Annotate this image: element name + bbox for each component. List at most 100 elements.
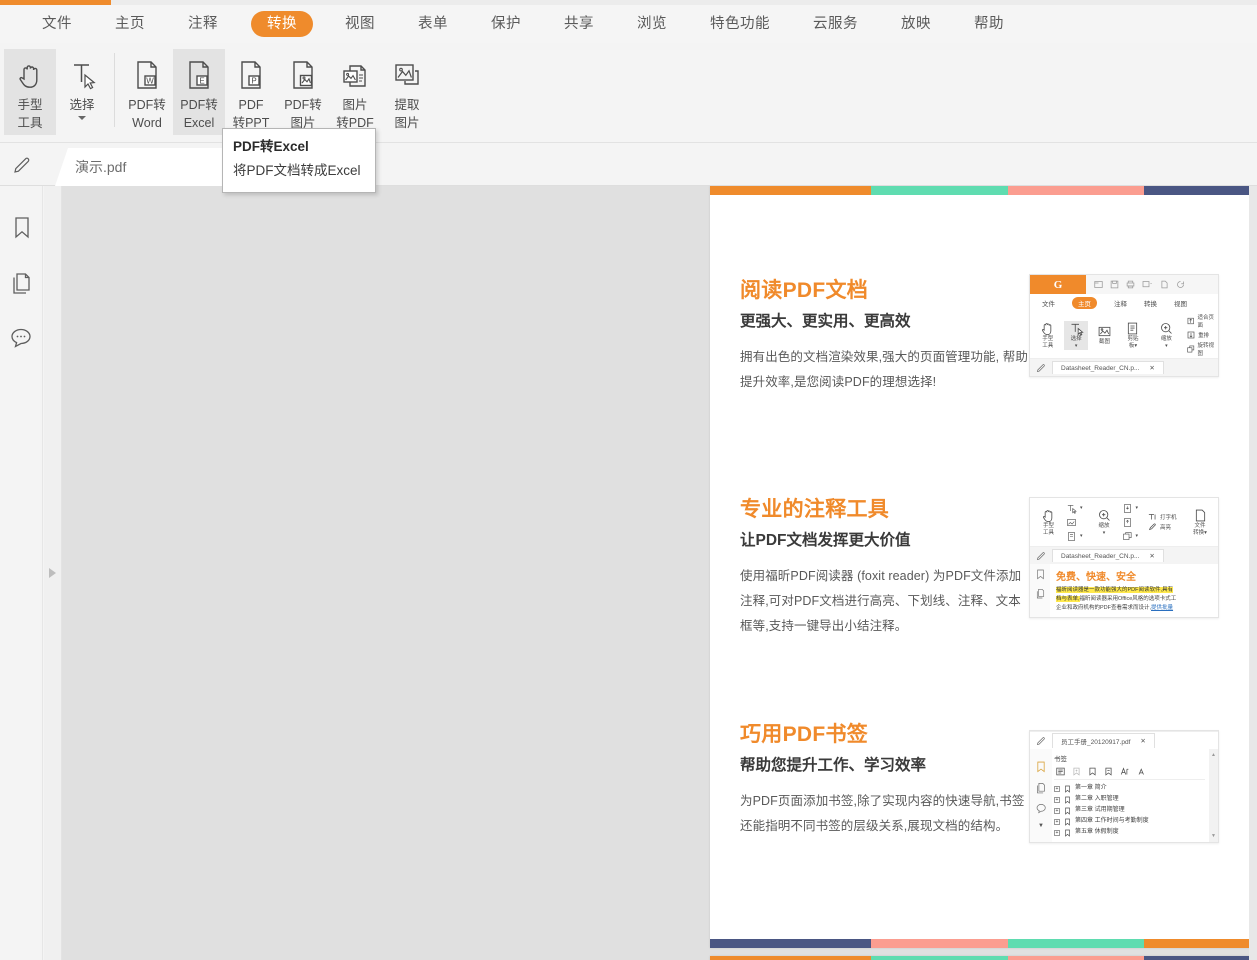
preview-highlight-1: 福昕阅读器是一款功能强大的PDF阅读软件,具有 <box>1056 587 1173 593</box>
thumbnail-view-options: 适合页面重排旋转视图 <box>1187 313 1218 357</box>
bookmark-item[interactable]: +第四章 工作时间与考勤制度 <box>1054 816 1205 827</box>
menu-item-2[interactable]: 注释 <box>178 13 228 36</box>
ribbon-button-label: PDF转 <box>180 97 218 113</box>
thumb-option-label: 高亮 <box>1160 523 1171 531</box>
doc-excel-icon: E <box>184 55 214 95</box>
pdf-page-2 <box>710 956 1257 960</box>
bookmark-toolbar <box>1054 765 1205 779</box>
expand-icon[interactable]: + <box>1054 808 1060 814</box>
extract-image-icon <box>391 55 423 95</box>
menu-item-5[interactable]: 表单 <box>408 13 458 36</box>
tooltip-description: 将PDF文档转成Excel <box>233 160 365 182</box>
svg-text:W: W <box>146 76 154 85</box>
page2-top-colorbar <box>710 956 1257 960</box>
bookmark-item[interactable]: +第一章 简介 <box>1054 783 1205 794</box>
section-subtitle: 让PDF文档发挥更大价值 <box>740 530 1030 552</box>
menu-item-7[interactable]: 共享 <box>554 13 604 36</box>
thumbnail-menu-row: 文件主页注释转换视图 <box>1030 294 1218 312</box>
colorbar-segment <box>710 939 871 948</box>
thumbnail-tab-name: Datasheet_Reader_CN.p... ✕ <box>1052 549 1164 562</box>
ribbon-button-label: 图片 <box>342 97 367 113</box>
ribbon-button-hand-tool[interactable]: 手型工具 <box>4 49 56 135</box>
ribbon-button-label-2: Word <box>132 115 162 131</box>
bookmark-item[interactable]: +第五章 休假制度 <box>1054 827 1205 838</box>
document-tab-strip: 演示.pdf <box>0 144 1257 186</box>
colorbar-segment <box>1144 956 1257 960</box>
menu-item-10[interactable]: 云服务 <box>803 13 868 36</box>
ribbon-button-pdf-to-excel[interactable]: E PDF转 Excel <box>173 49 225 135</box>
colorbar-segment <box>1144 186 1257 195</box>
thumbnail-tab-label: Datasheet_Reader_CN.p... <box>1061 365 1139 372</box>
thumb-option-row: 高亮 <box>1148 523 1177 531</box>
document-viewport[interactable]: 阅读PDF文档 更强大、更实用、更高效 拥有出色的文档渲染效果,强大的页面管理功… <box>62 186 1257 960</box>
ribbon-toolbar: 手型工具选择WPDF转WordEPDF转ExcelPPDF转PPTPDF转图片图… <box>0 43 1257 143</box>
bookmark-panel-title: 书签 <box>1054 753 1205 763</box>
colorbar-segment <box>1144 939 1257 948</box>
ribbon-separator <box>114 53 115 127</box>
thumb-zoom-tool: 缩放▾ <box>1092 508 1117 537</box>
ribbon-button-label-2: Excel <box>184 115 215 131</box>
bookmark-label: 第三章 试用期管理 <box>1075 805 1125 816</box>
thumb-menu-item: 文件 <box>1042 298 1055 308</box>
document-tab[interactable]: 演示.pdf <box>55 148 235 186</box>
colorbar-segment <box>871 186 1008 195</box>
thumb-hand-tool: 手型工具 <box>1036 508 1061 537</box>
quick-access-toolbar <box>1086 275 1218 294</box>
ribbon-button-label-2: 工具 <box>17 115 42 131</box>
menu-item-8[interactable]: 浏览 <box>627 13 677 36</box>
ribbon-button-image-to-pdf[interactable]: 图片转PDF <box>329 49 381 135</box>
sidebar-item-pages[interactable] <box>0 255 43 310</box>
ribbon-button-pdf-to-word[interactable]: WPDF转Word <box>121 49 173 135</box>
preview-heading: 免费、快速、安全 <box>1056 568 1212 583</box>
colorbar-segment <box>1008 956 1144 960</box>
menu-item-9[interactable]: 特色功能 <box>700 13 780 36</box>
menu-bar: 文件主页注释转换视图表单保护共享浏览特色功能云服务放映帮助 <box>0 5 1257 43</box>
chevron-down-icon[interactable] <box>78 116 86 120</box>
foxit-logo-icon: G <box>1030 275 1086 294</box>
expand-icon[interactable]: + <box>1054 819 1060 825</box>
bookmark-list[interactable]: +第一章 简介+第二章 入职管理+第三章 试用期管理+第四章 工作时间与考勤制度… <box>1054 779 1205 838</box>
thumbnail-tab-row: 员工手册_20120917.pdf ✕ <box>1030 731 1218 749</box>
bookmark-item[interactable]: +第二章 入职管理 <box>1054 794 1205 805</box>
pencil-icon[interactable] <box>8 151 36 179</box>
sidebar-item-bookmark[interactable] <box>0 200 43 255</box>
ribbon-button-extract-image[interactable]: 提取图片 <box>381 49 433 135</box>
bookmark-scrollbar[interactable]: ▲ ▼ <box>1209 749 1218 842</box>
vertical-scrollbar[interactable] <box>1249 186 1257 960</box>
ribbon-button-pdf-to-image[interactable]: PDF转图片 <box>277 49 329 135</box>
page-top-colorbar <box>710 186 1257 195</box>
menu-item-6[interactable]: 保护 <box>481 13 531 36</box>
menu-item-3[interactable]: 转换 <box>251 11 313 38</box>
page-bottom-colorbar <box>710 939 1257 948</box>
thumbnail-annot-options: 打字机高亮 <box>1148 513 1177 531</box>
thumb-snapshot-tool: 截图 <box>1093 324 1116 346</box>
thumb-menu-item: 视图 <box>1174 298 1187 308</box>
thumbnail-tool-row: 手型工具 选择▾ 截图 剪贴板▾ <box>1030 312 1218 358</box>
thumbnail-bookmarks: 员工手册_20120917.pdf ✕ ▼ 书签 <box>1029 730 1219 843</box>
scroll-down-icon: ▼ <box>1038 823 1044 829</box>
expand-icon[interactable]: + <box>1054 786 1060 792</box>
sidebar-item-comments[interactable] <box>0 310 43 365</box>
thumbnail-annotation: 手型工具 ▾ ▾ <box>1029 497 1219 618</box>
section-subtitle: 帮助您提升工作、学习效率 <box>740 755 1030 777</box>
close-icon: ✕ <box>1149 552 1154 560</box>
menu-item-12[interactable]: 帮助 <box>964 13 1014 36</box>
ribbon-button-label: PDF <box>239 97 264 113</box>
expand-icon[interactable]: + <box>1054 797 1060 803</box>
expand-icon[interactable]: + <box>1054 830 1060 836</box>
ribbon-button-label-2: 图片 <box>394 115 419 131</box>
menu-item-11[interactable]: 放映 <box>891 13 941 36</box>
image-doc-icon <box>339 55 371 95</box>
bookmark-item[interactable]: + 第三章 试用期管理 <box>1054 805 1205 816</box>
ribbon-button-select-tool[interactable]: 选择 <box>56 49 108 135</box>
tooltip-title: PDF转Excel <box>233 137 365 157</box>
foxit-reader-window: 文件主页注释转换视图表单保护共享浏览特色功能云服务放映帮助 手型工具选择WPDF… <box>0 0 1257 960</box>
sidebar-expander-button[interactable] <box>44 186 62 960</box>
menu-item-0[interactable]: 文件 <box>32 13 82 36</box>
close-icon: ✕ <box>1140 737 1145 745</box>
preview-text-3: 提供批量 <box>1151 605 1173 611</box>
section-title: 巧用PDF书签 <box>740 722 1030 748</box>
menu-item-1[interactable]: 主页 <box>105 13 155 36</box>
menu-item-4[interactable]: 视图 <box>335 13 385 36</box>
ribbon-button-pdf-to-ppt[interactable]: PPDF转PPT <box>225 49 277 135</box>
